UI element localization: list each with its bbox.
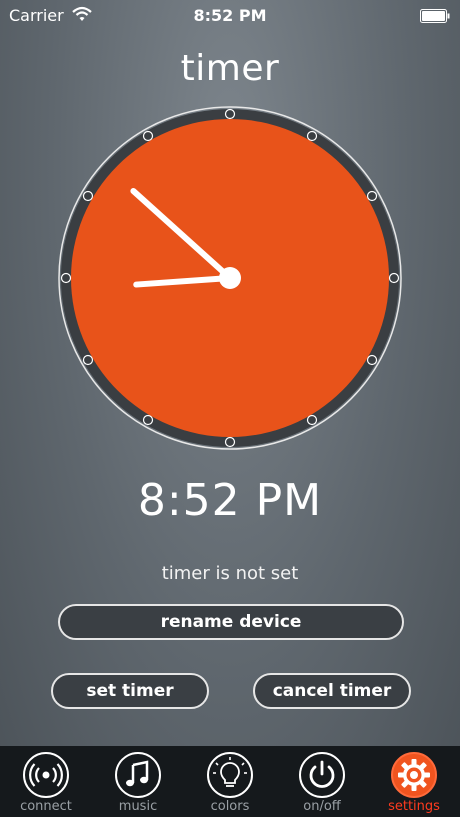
lightbulb-icon: [207, 752, 253, 798]
tab-label: music: [118, 799, 158, 814]
clock-tick: [142, 130, 154, 142]
rename-device-button[interactable]: rename device: [58, 604, 404, 640]
clock-tick: [224, 108, 236, 120]
analog-clock[interactable]: [57, 105, 403, 451]
status-bar: Carrier 8:52 PM: [0, 0, 460, 32]
page-title: timer: [180, 48, 280, 89]
cancel-timer-button[interactable]: cancel timer: [253, 673, 411, 709]
set-timer-button[interactable]: set timer: [51, 673, 209, 709]
clock-tick: [366, 354, 378, 366]
clock-center-cap: [219, 267, 241, 289]
clock-tick: [60, 272, 72, 284]
clock-tick: [306, 130, 318, 142]
tab-colors[interactable]: colors: [184, 746, 276, 817]
power-icon: [299, 752, 345, 798]
tab-settings[interactable]: settings: [368, 746, 460, 817]
clock-tick: [224, 436, 236, 448]
gear-icon: [391, 752, 437, 798]
battery-icon: [420, 8, 450, 23]
tab-on-off[interactable]: on/off: [276, 746, 368, 817]
time-readout: 8:52 PM: [137, 475, 323, 526]
status-time: 8:52 PM: [193, 6, 267, 25]
tab-label: settings: [388, 799, 440, 814]
tab-connect[interactable]: connect: [0, 746, 92, 817]
tab-label: colors: [210, 799, 250, 814]
clock-tick: [306, 414, 318, 426]
timer-status-text: timer is not set: [161, 563, 299, 584]
clock-tick: [366, 190, 378, 202]
tab-music[interactable]: music: [92, 746, 184, 817]
wireless-signal-icon: [23, 752, 69, 798]
music-note-icon: [115, 752, 161, 798]
tab-label: on/off: [303, 799, 341, 814]
clock-tick: [388, 272, 400, 284]
clock-tick: [142, 414, 154, 426]
clock-tick: [82, 190, 94, 202]
tab-bar: connect music colors on/off settings: [0, 746, 460, 817]
tab-label: connect: [20, 799, 72, 814]
clock-tick: [82, 354, 94, 366]
